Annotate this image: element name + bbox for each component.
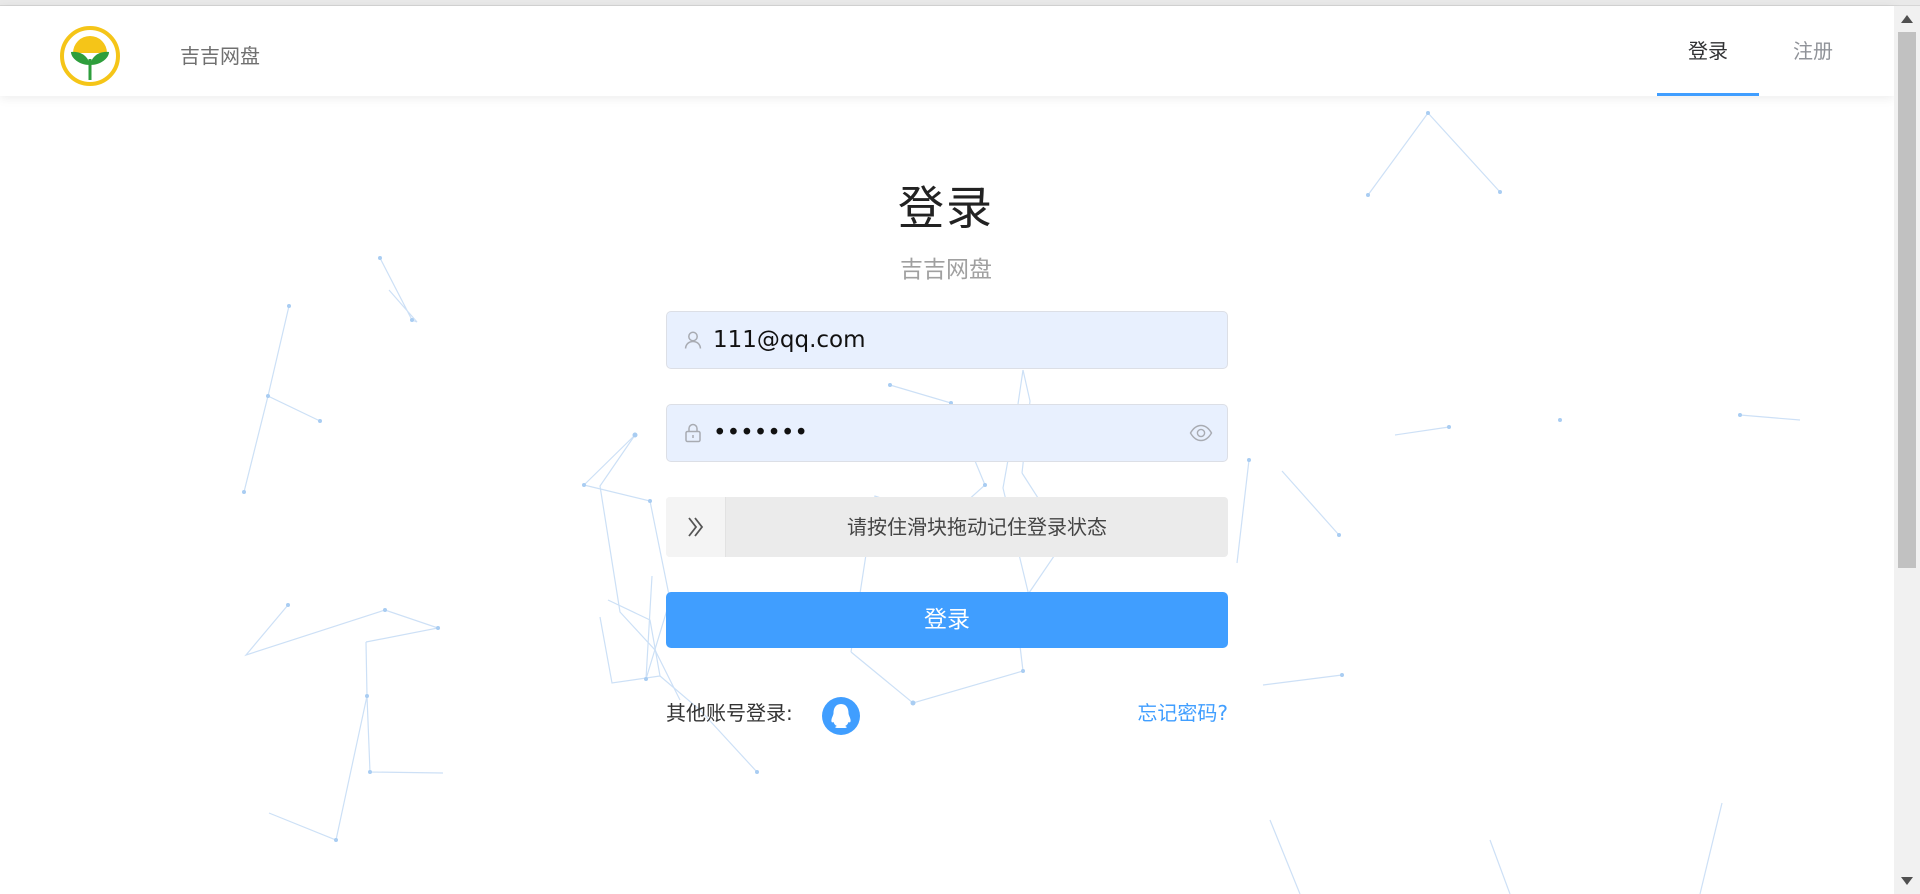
login-title: 登录 <box>898 181 994 235</box>
other-login-label: 其他账号登录: <box>666 701 793 725</box>
user-icon <box>684 331 702 349</box>
top-navbar: 吉吉网盘 登录 注册 <box>0 6 1894 96</box>
lock-icon <box>685 423 701 443</box>
email-value: 111@qq.com <box>713 327 866 353</box>
scroll-down-arrow-icon[interactable] <box>1901 877 1913 885</box>
login-subtitle: 吉吉网盘 <box>900 257 992 283</box>
scrollbar-thumb[interactable] <box>1898 32 1916 568</box>
remember-login-slider[interactable]: 请按住滑块拖动记住登录状态 <box>666 497 1228 557</box>
eye-icon[interactable] <box>1189 423 1213 443</box>
login-button[interactable]: 登录 <box>666 592 1228 648</box>
double-chevron-right-icon <box>688 517 704 537</box>
forgot-password-link[interactable]: 忘记密码? <box>1100 698 1228 728</box>
logo-icon[interactable] <box>59 25 121 87</box>
tab-register[interactable]: 注册 <box>1762 6 1864 96</box>
password-field[interactable]: ••••••• <box>666 404 1228 462</box>
qq-icon[interactable] <box>821 696 861 736</box>
vertical-scrollbar[interactable] <box>1894 6 1920 894</box>
tab-login[interactable]: 登录 <box>1657 6 1759 96</box>
app-name[interactable]: 吉吉网盘 <box>180 40 260 69</box>
login-page: 吉吉网盘 登录 注册 登录 吉吉网盘 111@qq.com ••••••• 请按… <box>0 0 1920 894</box>
slider-handle[interactable] <box>666 497 726 557</box>
email-field[interactable]: 111@qq.com <box>666 311 1228 369</box>
scroll-up-arrow-icon[interactable] <box>1901 15 1913 23</box>
password-value: ••••••• <box>713 420 808 446</box>
slider-hint-text: 请按住滑块拖动记住登录状态 <box>847 515 1107 539</box>
